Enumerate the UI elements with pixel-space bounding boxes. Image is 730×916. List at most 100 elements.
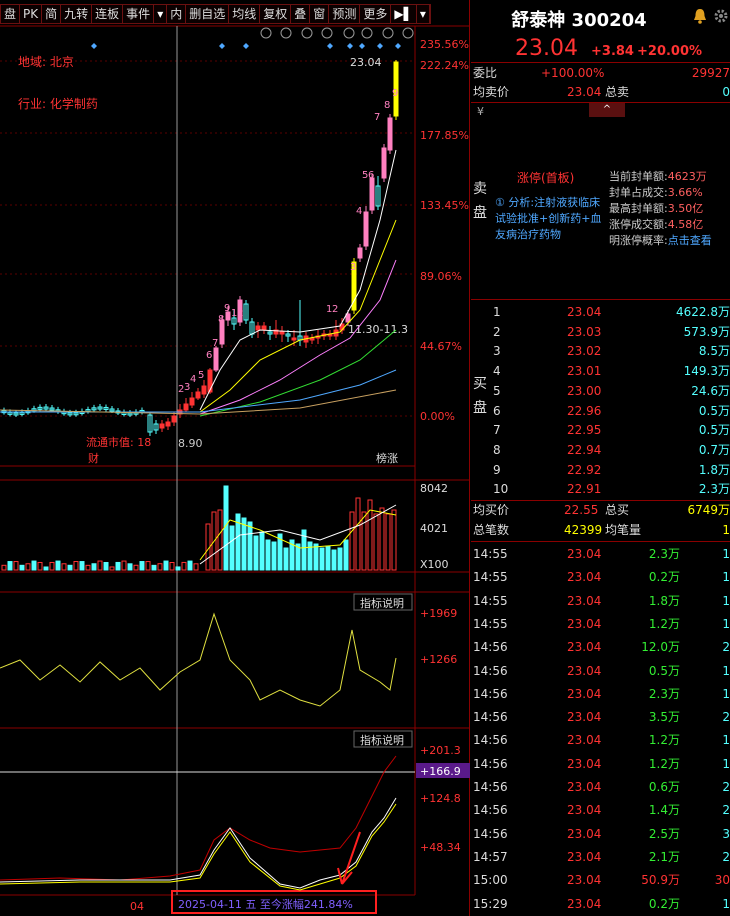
toolbar-nei-button[interactable]: 内 [167, 5, 187, 23]
volume-bar [265, 539, 271, 571]
toolbar-fuquan-button[interactable]: 复权 [260, 5, 292, 23]
candle-body[interactable] [363, 211, 369, 247]
candle-body[interactable] [201, 385, 207, 395]
candle-body[interactable] [195, 391, 201, 399]
stat-value[interactable]: 点击查看 [668, 234, 712, 247]
alert-bell-icon[interactable] [693, 8, 707, 24]
tick-price: 23.04 [567, 780, 602, 794]
toolbar-dropdown-button[interactable]: ▾ [154, 5, 168, 23]
tick-volume: 2.5万 [648, 826, 680, 841]
zoom-in-icon[interactable] [382, 27, 394, 39]
toolbar-expand-button[interactable]: ▶▌ [391, 5, 417, 23]
buy-level-row[interactable]: 7 22.95 0.5万 [471, 420, 730, 440]
tick-extra: 2 [722, 710, 730, 725]
volume-bar [19, 564, 25, 571]
candle-body[interactable] [291, 337, 297, 341]
tick-volume: 2.3万 [648, 686, 680, 701]
limitup-title: 涨停(首板) [517, 171, 575, 185]
junmai2-value: 22.55 [564, 503, 599, 517]
buy-level-row[interactable]: 4 23.01 149.3万 [471, 361, 730, 381]
buy-level-volume: 0.7万 [698, 442, 730, 457]
settings-gear-icon[interactable] [713, 8, 729, 24]
candle-body[interactable] [207, 369, 213, 393]
kline-chart-pane[interactable]: 地域: 北京 行业: 化学制药 流通市值: 18 8.90 23.04 11.30-11.… [0, 0, 470, 916]
zoom-out-icon[interactable] [402, 27, 414, 39]
toolbar-shanzixuan-button[interactable]: 删自选 [186, 5, 230, 23]
volume-bar [343, 539, 349, 571]
event-diamond-icon[interactable] [327, 43, 333, 49]
event-diamond-icon[interactable] [377, 43, 383, 49]
buy-level-index: 2 [493, 324, 501, 339]
toolbar-shijian-button[interactable]: 事件 [123, 5, 155, 23]
tick-time: 15:00 [473, 873, 508, 888]
candle-body[interactable] [183, 403, 189, 411]
event-diamond-icon[interactable] [243, 43, 249, 49]
buy-level-row[interactable]: 9 22.92 1.8万 [471, 460, 730, 480]
target-icon[interactable] [260, 27, 272, 39]
toolbar-junxian-button[interactable]: 均线 [229, 5, 261, 23]
candle-body[interactable] [381, 147, 387, 179]
buy-level-row[interactable]: 1 23.04 4622.8万 [471, 302, 730, 322]
candle-body[interactable] [369, 177, 375, 211]
settings-icon[interactable] [321, 27, 333, 39]
volume-axis-label: X100 [420, 558, 449, 571]
divider [471, 541, 730, 542]
candle-body[interactable] [345, 313, 351, 323]
layers-icon[interactable] [343, 27, 355, 39]
candle-body[interactable] [171, 415, 177, 423]
indicator2-axis-label: +201.3 [420, 744, 461, 757]
volume-bar [1, 564, 7, 571]
stat-row[interactable]: 明涨停概率:点击查看 [609, 233, 730, 249]
tick-volume: 1.2万 [648, 733, 680, 748]
candle-body[interactable] [213, 347, 219, 371]
candle-body[interactable] [357, 247, 363, 259]
buy-level-index: 1 [493, 305, 501, 319]
toolbar-jian-button[interactable]: 简 [42, 5, 62, 23]
toolbar-pk-button[interactable]: PK [20, 5, 43, 23]
buy-level-row[interactable]: 5 23.00 24.6万 [471, 381, 730, 401]
buy-level-price: 23.00 [567, 383, 602, 398]
kline-chart-canvas[interactable]: 地域: 北京行业: 化学制药流通市值: 18 8.9023.0411.30-11.… [0, 0, 470, 916]
toolbar-more-button[interactable]: ▾ [417, 5, 430, 23]
candle-body[interactable] [279, 331, 285, 335]
buy-level-row[interactable]: 8 22.94 0.7万 [471, 440, 730, 460]
buy-level-volume: 0.5万 [698, 403, 730, 418]
tick-volume: 12.0万 [641, 640, 680, 655]
toolbar-chuang-button[interactable]: 窗 [310, 5, 330, 23]
event-diamond-icon[interactable] [359, 43, 365, 49]
eye-icon[interactable] [301, 27, 313, 39]
toolbar-yuce-button[interactable]: 预测 [329, 5, 361, 23]
candle-body[interactable] [165, 421, 171, 427]
bishu-row: 总笔数 42399 均笔量 1 [471, 519, 730, 541]
buy-level-row[interactable]: 6 22.96 0.5万 [471, 401, 730, 421]
toolbar-jiuzhuan-button[interactable]: 九转 [61, 5, 93, 23]
toolbar-cut-button[interactable]: 盘 [1, 5, 21, 23]
lock-icon[interactable] [361, 27, 373, 39]
buy-level-row[interactable]: 2 23.03 573.9万 [471, 322, 730, 342]
volume-bar [379, 507, 385, 571]
tick-row: 14:57 23.04 2.1万 2 [471, 846, 730, 869]
pen-icon[interactable] [280, 27, 292, 39]
collapse-button[interactable]: ^ [589, 103, 625, 117]
tick-price: 23.04 [567, 686, 602, 701]
stat-label: 当前封单额: [609, 170, 668, 183]
toolbar-gengduo-button[interactable]: 更多 [360, 5, 392, 23]
event-diamond-icon[interactable] [91, 43, 97, 49]
event-diamond-icon[interactable] [219, 43, 225, 49]
candle-body[interactable] [261, 325, 267, 331]
buy-level-row[interactable]: 10 22.91 2.3万 [471, 479, 730, 499]
event-diamond-icon[interactable] [395, 43, 401, 49]
candle-body[interactable] [387, 117, 393, 151]
volume-bar [163, 560, 169, 571]
candle-body[interactable] [189, 397, 195, 406]
buy-level-index: 8 [493, 442, 501, 457]
toolbar-lianban-button[interactable]: 连板 [92, 5, 124, 23]
buy-level-row[interactable]: 3 23.02 8.5万 [471, 341, 730, 361]
tick-extra: 1 [722, 663, 730, 678]
candle-body[interactable] [255, 325, 261, 331]
pct-axis-label: 177.85% [420, 129, 469, 142]
event-diamond-icon[interactable] [347, 43, 353, 49]
toolbar-die-button[interactable]: 叠 [291, 5, 311, 23]
volume-bar [109, 566, 115, 571]
candle-body[interactable] [159, 423, 165, 429]
